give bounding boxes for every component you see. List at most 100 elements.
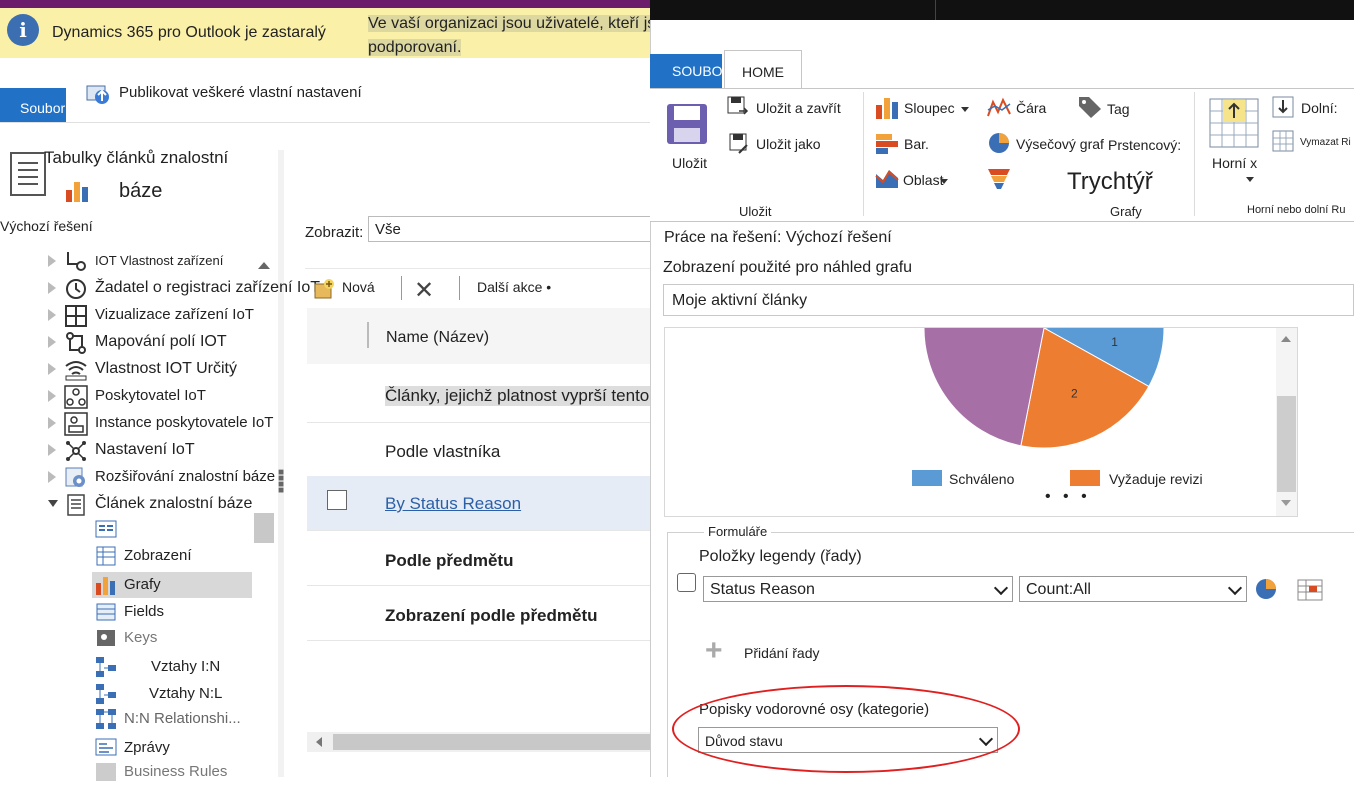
list-row[interactable]: Zobrazení podle předmětu [307, 586, 657, 641]
panel-divider [278, 150, 284, 777]
chevron-down-icon [1227, 580, 1243, 596]
divider [1194, 92, 1195, 216]
legend-swatch [912, 470, 942, 486]
funnel-chart-icon[interactable] [987, 168, 1011, 190]
bar-chart-icon[interactable] [875, 133, 899, 155]
expand-arrow-icon[interactable] [48, 336, 56, 348]
view-selector[interactable]: Vše [368, 216, 658, 242]
save-close-icon[interactable] [727, 96, 749, 118]
line-chart-button[interactable]: Čára [1016, 100, 1046, 116]
preview-scrollbar-thumb[interactable] [1277, 396, 1296, 492]
key-icon [97, 630, 115, 646]
scroll-left-icon[interactable] [316, 737, 322, 747]
highlight-annotation [672, 685, 1020, 773]
group-topbottom-label: Horní nebo dolní Ru [1247, 204, 1346, 216]
mapping-icon [66, 332, 86, 354]
area-chart-icon[interactable] [875, 168, 899, 188]
expand-arrow-icon[interactable] [48, 390, 56, 402]
tab-file[interactable]: SOUBOR [650, 54, 722, 88]
add-series-button[interactable]: Přidání řady [744, 645, 819, 661]
line-chart-icon[interactable] [987, 96, 1011, 118]
publish-all-button[interactable]: Publikovat veškeré vlastní nastavení [119, 84, 362, 101]
row-checkbox[interactable] [327, 490, 347, 510]
chevron-down-icon[interactable] [940, 179, 948, 184]
aggregate-dropdown[interactable]: Count:All [1019, 576, 1247, 602]
more-actions-button[interactable]: Další akce • [477, 279, 551, 295]
horizontal-scrollbar-thumb[interactable] [333, 734, 653, 750]
sub-item-label: Zprávy [124, 739, 170, 756]
list-row[interactable]: Podle předmětu [307, 531, 657, 586]
expand-arrow-icon[interactable] [48, 309, 56, 321]
series-chart-type-icon[interactable] [1255, 578, 1277, 600]
tree-item-label: Mapování polí IOT [95, 333, 227, 350]
column-chart-icon[interactable] [875, 97, 899, 119]
bar-chart-button[interactable]: Bar. [904, 136, 929, 152]
tree-item-label: Žadatel o registraci zařízení IoT [95, 279, 320, 296]
list-row[interactable]: Články, jejichž platnost vyprší tento mě… [307, 366, 727, 423]
top-x-icon[interactable] [1209, 98, 1259, 148]
sub-item-label: Fields [124, 603, 165, 620]
publish-icon[interactable] [86, 80, 112, 106]
top-x-button[interactable]: Horní x [1212, 155, 1257, 171]
expand-arrow-icon[interactable] [48, 282, 56, 294]
sub-item-charts[interactable]: Grafy [92, 572, 252, 598]
tree-scroll-up[interactable] [258, 262, 270, 269]
tag-icon[interactable] [1077, 95, 1103, 119]
new-icon[interactable] [313, 278, 335, 300]
scroll-up-icon[interactable] [1281, 336, 1291, 342]
scroll-down-icon[interactable] [1281, 500, 1291, 506]
expand-arrow-icon[interactable] [48, 417, 56, 429]
save-close-button[interactable]: Uložit a zavřít [756, 100, 841, 116]
save-icon[interactable] [665, 102, 709, 146]
tree-item-label: Poskytovatel IoT [95, 387, 206, 404]
add-series-icon[interactable]: + [705, 636, 723, 666]
series-checkbox[interactable] [677, 573, 696, 592]
tab-home[interactable]: HOME [724, 50, 802, 88]
save-button[interactable]: Uložit [672, 155, 707, 171]
series-field-dropdown[interactable]: Status Reason [703, 576, 1013, 602]
donut-chart-button[interactable]: Prstencový: [1108, 137, 1181, 153]
tag-chart-button[interactable]: Tag [1107, 101, 1130, 117]
app-header-strip [0, 0, 720, 8]
messages-icon [95, 738, 117, 756]
expand-arrow-icon[interactable] [48, 255, 56, 267]
bottom-x-icon[interactable] [1272, 96, 1294, 118]
chevron-down-icon[interactable] [1246, 177, 1254, 182]
clear-rules-button[interactable]: Vymazat Ri [1300, 137, 1351, 148]
series-options-icon[interactable] [1297, 578, 1323, 602]
history-icon [66, 279, 86, 299]
column-header-name[interactable]: Name (Název) [386, 329, 489, 347]
pie-chart-icon[interactable] [987, 132, 1011, 154]
preview-view-selector[interactable]: Moje aktivní články [663, 284, 1354, 316]
tree-scrollbar-thumb[interactable] [254, 513, 274, 543]
column-chart-button[interactable]: Sloupec [904, 100, 955, 116]
bottom-x-button[interactable]: Dolní: [1301, 100, 1338, 116]
view-icon [96, 546, 116, 566]
chart-icon [96, 577, 115, 595]
file-tab[interactable]: Soubor [0, 88, 66, 122]
row-link[interactable]: By Status Reason [385, 494, 521, 514]
list-row-selected[interactable]: By Status Reason [307, 476, 657, 531]
expand-arrow-icon[interactable] [48, 471, 56, 483]
chevron-down-icon[interactable] [961, 107, 969, 112]
funnel-chart-button[interactable]: Trychtýř [1067, 168, 1153, 196]
legend-more-icon[interactable]: • • • [1045, 488, 1091, 506]
column-resize-handle[interactable] [367, 322, 369, 348]
new-button[interactable]: Nová [342, 279, 375, 295]
expand-arrow-icon[interactable] [48, 444, 56, 456]
entity-title-suffix: báze [119, 180, 163, 202]
list-row[interactable]: Podle vlastníka [307, 422, 657, 477]
chart-icon [66, 182, 88, 202]
relationship-icon [96, 657, 116, 677]
splitter-handle[interactable]: ■ ■ ■ ■ [278, 468, 284, 500]
area-chart-button[interactable]: Oblast [903, 172, 943, 188]
expand-arrow-icon[interactable] [48, 363, 56, 375]
save-as-icon[interactable] [729, 133, 751, 155]
pie-chart-button[interactable]: Výsečový graf [1016, 136, 1104, 152]
collapse-arrow-icon[interactable] [48, 500, 58, 507]
delete-icon[interactable]: ✕ [414, 276, 434, 305]
sub-item-label: Business Rules [124, 763, 228, 780]
clear-rules-icon[interactable] [1272, 130, 1294, 152]
group-save-label: Uložit [739, 204, 772, 219]
save-as-button[interactable]: Uložit jako [756, 136, 821, 152]
